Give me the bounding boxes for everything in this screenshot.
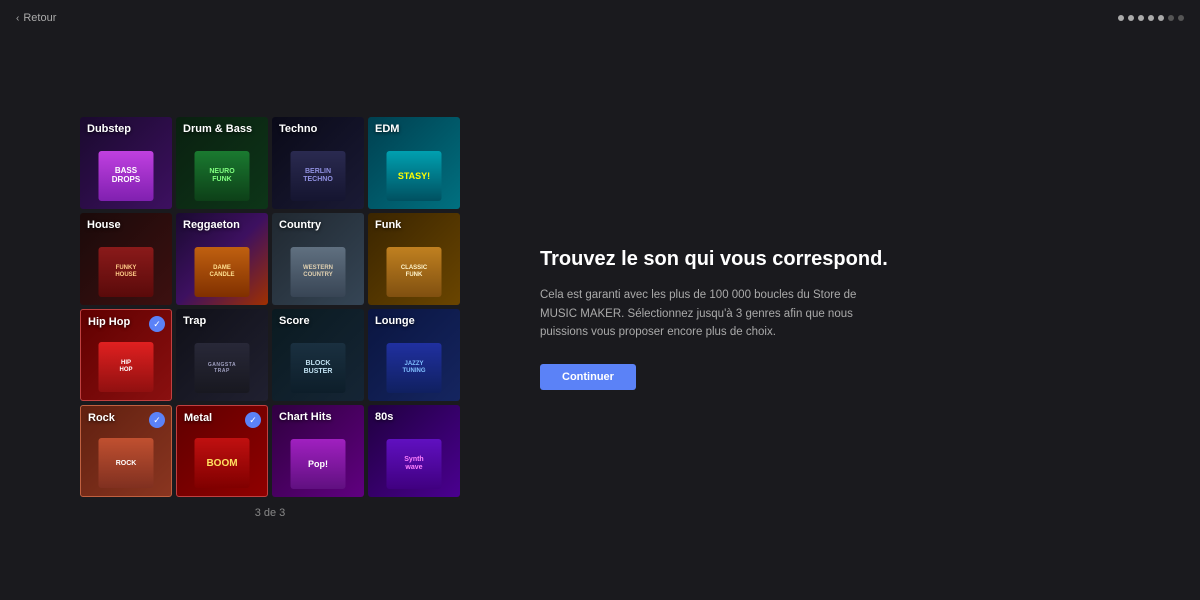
genre-label-house: House [87,219,121,231]
genre-art-country: WESTERNCOUNTRY [291,247,346,297]
genre-art-trap: GANGSTATRAP [195,343,250,393]
pagination-label: 3 de 3 [255,507,286,519]
selected-check-hiphop: ✓ [149,316,165,332]
genre-label-country: Country [279,219,321,231]
genre-label-rock: Rock [88,412,115,424]
panel-description: Cela est garanti avec les plus de 100 00… [540,286,860,341]
genre-label-funk: Funk [375,219,401,231]
progress-dots [1118,15,1184,21]
right-panel: Trouvez le son qui vous correspond. Cela… [520,246,1120,389]
genre-card-trap[interactable]: Trap GANGSTATRAP [176,309,268,401]
main-content: Dubstep BASSDROPS Drum & Bass NEUROFUNK … [0,36,1200,600]
genre-card-score[interactable]: Score BLOCKBUSTER [272,309,364,401]
genre-label-lounge: Lounge [375,315,415,327]
genre-art-metal: BOOM [195,438,250,488]
back-label: Retour [23,12,56,24]
genre-art-dubstep: BASSDROPS [99,151,154,201]
genre-label-charthits: Chart Hits [279,411,332,423]
genre-art-funk: CLASSICFUNK [387,247,442,297]
genre-art-hiphop: HIPHOP [99,342,154,392]
genre-card-drumbass[interactable]: Drum & Bass NEUROFUNK [176,117,268,209]
selected-check-metal: ✓ [245,412,261,428]
dot-1 [1118,15,1124,21]
genre-card-country[interactable]: Country WESTERNCOUNTRY [272,213,364,305]
dot-5 [1158,15,1164,21]
genre-card-charthits[interactable]: Chart Hits Pop! [272,405,364,497]
genre-card-metal[interactable]: Metal ✓ BOOM [176,405,268,497]
continue-button[interactable]: Continuer [540,364,636,390]
genre-card-funk[interactable]: Funk CLASSICFUNK [368,213,460,305]
genre-label-dubstep: Dubstep [87,123,131,135]
genre-art-techno: BERLINTECHNO [291,151,346,201]
dot-7 [1178,15,1184,21]
genre-label-score: Score [279,315,310,327]
genre-card-house[interactable]: House FUNKYHOUSE [80,213,172,305]
genre-label-edm: EDM [375,123,399,135]
genre-art-drumbass: NEUROFUNK [195,151,250,201]
genre-art-reggaeton: DAMECANDLE [195,247,250,297]
genre-label-drumbass: Drum & Bass [183,123,252,135]
genre-art-house: FUNKYHOUSE [99,247,154,297]
header: ‹ Retour [0,0,1200,36]
genre-art-charthits: Pop! [291,439,346,489]
genre-art-score: BLOCKBUSTER [291,343,346,393]
genre-grid: Dubstep BASSDROPS Drum & Bass NEUROFUNK … [80,117,460,497]
genre-card-rock[interactable]: Rock ✓ ROCK [80,405,172,497]
genre-card-lounge[interactable]: Lounge JAZZYTUNING [368,309,460,401]
genre-label-80s: 80s [375,411,393,423]
genre-art-lounge: JAZZYTUNING [387,343,442,393]
genre-card-edm[interactable]: EDM STASY! [368,117,460,209]
selected-check-rock: ✓ [149,412,165,428]
genre-label-techno: Techno [279,123,317,135]
genre-art-rock: ROCK [99,438,154,488]
genre-label-trap: Trap [183,315,206,327]
dot-3 [1138,15,1144,21]
genre-label-hiphop: Hip Hop [88,316,130,328]
chevron-left-icon: ‹ [16,13,19,24]
genre-card-hiphop[interactable]: Hip Hop ✓ HIPHOP [80,309,172,401]
back-button[interactable]: ‹ Retour [16,12,56,24]
genre-grid-section: Dubstep BASSDROPS Drum & Bass NEUROFUNK … [80,117,460,519]
dot-2 [1128,15,1134,21]
panel-heading: Trouvez le son qui vous correspond. [540,246,1120,272]
genre-card-80s[interactable]: 80s Synthwave [368,405,460,497]
genre-art-80s: Synthwave [387,439,442,489]
genre-card-techno[interactable]: Techno BERLINTECHNO [272,117,364,209]
genre-label-reggaeton: Reggaeton [183,219,240,231]
dot-4 [1148,15,1154,21]
genre-card-dubstep[interactable]: Dubstep BASSDROPS [80,117,172,209]
genre-label-metal: Metal [184,412,212,424]
dot-6 [1168,15,1174,21]
genre-card-reggaeton[interactable]: Reggaeton DAMECANDLE [176,213,268,305]
genre-art-edm: STASY! [387,151,442,201]
